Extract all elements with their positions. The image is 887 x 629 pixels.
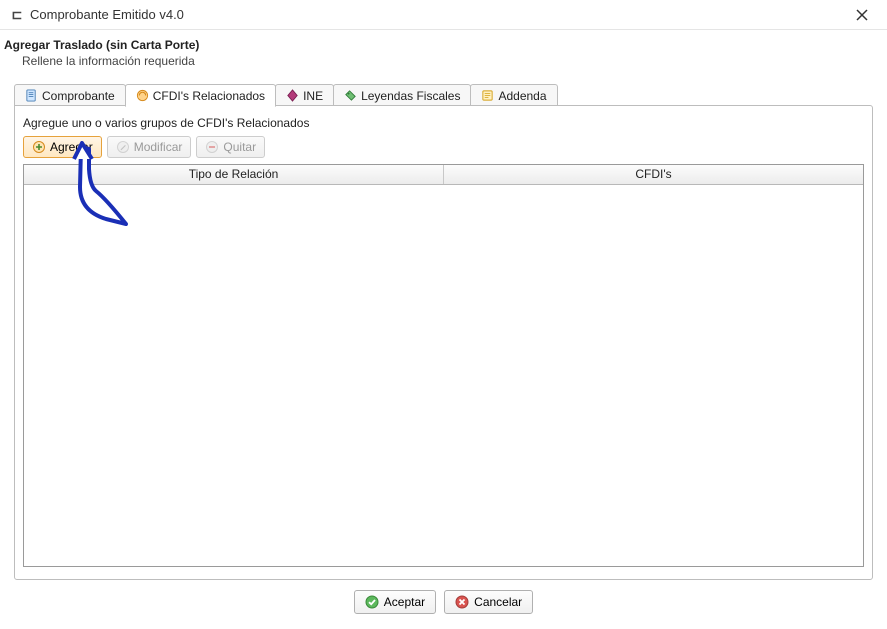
- tab-cfdis-relacionados[interactable]: CFDI's Relacionados: [125, 84, 276, 107]
- tag-icon: [344, 89, 357, 102]
- remove-button: Quitar: [196, 136, 265, 158]
- edit-button: Modificar: [107, 136, 192, 158]
- grid-body: [24, 185, 863, 566]
- titlebar: ⊏ Comprobante Emitido v4.0: [0, 0, 887, 30]
- link-icon: [136, 89, 149, 102]
- page-subtitle: Rellene la información requerida: [22, 54, 877, 68]
- tabbar: Comprobante CFDI's Relacionados INE Leye…: [14, 82, 873, 106]
- document-icon: [25, 89, 38, 102]
- tab-panel-cfdis-relacionados: Agregue uno o varios grupos de CFDI's Re…: [14, 105, 873, 580]
- close-button[interactable]: [847, 2, 877, 28]
- button-label: Quitar: [223, 140, 256, 154]
- edit-icon: [116, 140, 130, 154]
- data-grid[interactable]: Tipo de Relación CFDI's: [23, 164, 864, 567]
- tab-label: INE: [303, 89, 323, 103]
- dialog-footer: Aceptar Cancelar: [14, 580, 873, 618]
- add-icon: [32, 140, 46, 154]
- grid-header: Tipo de Relación CFDI's: [24, 165, 863, 185]
- check-icon: [365, 595, 379, 609]
- add-button[interactable]: Agregar: [23, 136, 102, 158]
- tab-addenda[interactable]: Addenda: [470, 84, 557, 106]
- window-title: Comprobante Emitido v4.0: [30, 7, 184, 22]
- toolbar: Agregar Modificar Quitar: [23, 136, 864, 158]
- tab-comprobante[interactable]: Comprobante: [14, 84, 126, 106]
- cancel-button[interactable]: Cancelar: [444, 590, 533, 614]
- tab-leyendas-fiscales[interactable]: Leyendas Fiscales: [333, 84, 471, 106]
- addenda-icon: [481, 89, 494, 102]
- page-title: Agregar Traslado (sin Carta Porte): [4, 38, 877, 52]
- diamond-icon: [286, 89, 299, 102]
- button-label: Cancelar: [474, 595, 522, 609]
- content: Comprobante CFDI's Relacionados INE Leye…: [0, 82, 887, 628]
- column-tipo-relacion[interactable]: Tipo de Relación: [24, 165, 444, 184]
- tab-label: Addenda: [498, 89, 546, 103]
- tab-label: CFDI's Relacionados: [153, 89, 265, 103]
- accept-button[interactable]: Aceptar: [354, 590, 436, 614]
- instruction-text: Agregue uno o varios grupos de CFDI's Re…: [23, 116, 864, 130]
- cancel-icon: [455, 595, 469, 609]
- tab-label: Leyendas Fiscales: [361, 89, 460, 103]
- remove-icon: [205, 140, 219, 154]
- button-label: Agregar: [50, 140, 93, 154]
- tab-ine[interactable]: INE: [275, 84, 334, 106]
- column-cfdis[interactable]: CFDI's: [444, 165, 863, 184]
- app-icon: ⊏: [10, 8, 24, 22]
- tab-label: Comprobante: [42, 89, 115, 103]
- button-label: Modificar: [134, 140, 183, 154]
- button-label: Aceptar: [384, 595, 425, 609]
- header-area: Agregar Traslado (sin Carta Porte) Relle…: [0, 30, 887, 82]
- close-icon: [856, 9, 868, 21]
